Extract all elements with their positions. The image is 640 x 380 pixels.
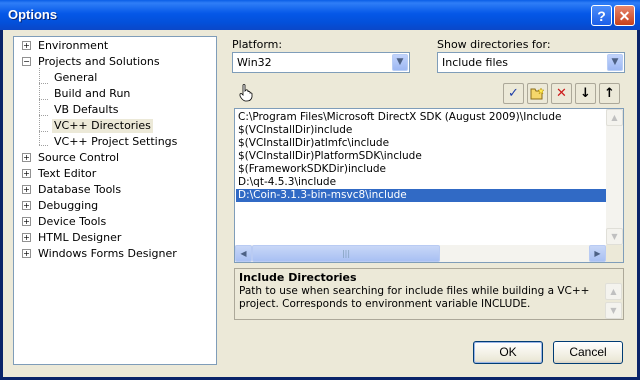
- tree-connector-line: [39, 145, 48, 146]
- directory-row[interactable]: $(FrameworkSDKDir)include: [238, 163, 386, 176]
- collapse-icon[interactable]: −: [22, 57, 31, 66]
- dialog-client-area: + Environment − Projects and Solutions G…: [3, 30, 637, 377]
- platform-dropdown[interactable]: Win32 ▼: [232, 52, 410, 73]
- new-folder-icon: [530, 87, 545, 100]
- directory-row[interactable]: C:\Program Files\Microsoft DirectX SDK (…: [238, 111, 561, 124]
- directory-list[interactable]: C:\Program Files\Microsoft DirectX SDK (…: [234, 108, 624, 263]
- move-down-button[interactable]: ↓: [575, 83, 596, 104]
- cancel-button[interactable]: Cancel: [553, 341, 623, 364]
- show-directories-dropdown[interactable]: Include files ▼: [437, 52, 625, 73]
- tree-item-label: Projects and Solutions: [38, 55, 160, 68]
- expand-icon[interactable]: +: [22, 185, 31, 194]
- tree-item-label: VC++ Directories: [52, 119, 153, 133]
- tree-item-label: Windows Forms Designer: [38, 247, 177, 260]
- expand-icon[interactable]: +: [22, 201, 31, 210]
- scroll-up-icon[interactable]: ▲: [606, 109, 623, 126]
- directory-row[interactable]: $(VCInstallDir)PlatformSDK\include: [238, 150, 422, 163]
- directory-row[interactable]: $(VCInstallDir)atlmfc\include: [238, 137, 389, 150]
- tree-item-label: VB Defaults: [54, 103, 119, 116]
- tree-item-label: Environment: [38, 39, 109, 52]
- tree-item-label: Build and Run: [54, 87, 131, 100]
- scroll-up-icon[interactable]: ▲: [605, 283, 622, 300]
- tree-item-label: Text Editor: [38, 167, 97, 180]
- expand-icon[interactable]: +: [22, 249, 31, 258]
- help-button[interactable]: ?: [591, 5, 612, 26]
- directory-row[interactable]: D:\qt-4.5.3\include: [238, 176, 336, 189]
- new-line-button[interactable]: [527, 83, 548, 104]
- tree-item-label: Device Tools: [38, 215, 107, 228]
- scroll-left-icon[interactable]: ◀: [235, 245, 252, 262]
- tree-item-label: Debugging: [38, 199, 99, 212]
- chevron-down-icon[interactable]: ▼: [392, 54, 408, 71]
- tree-connector-line: [39, 68, 40, 145]
- horizontal-scrollbar[interactable]: ◀ ||| ▶: [235, 245, 606, 262]
- options-tree[interactable]: + Environment − Projects and Solutions G…: [13, 36, 217, 365]
- platform-label: Platform:: [232, 38, 283, 51]
- expand-icon[interactable]: +: [22, 41, 31, 50]
- show-directories-label: Show directories for:: [437, 38, 551, 51]
- chevron-down-icon[interactable]: ▼: [607, 54, 623, 71]
- delete-line-button[interactable]: ✕: [551, 83, 572, 104]
- ok-button[interactable]: OK: [473, 341, 543, 364]
- tree-item-label: HTML Designer: [38, 231, 122, 244]
- tree-item-label: Source Control: [38, 151, 120, 164]
- directory-row[interactable]: D:\Coin-3.1.3-bin-msvc8\include: [236, 189, 606, 202]
- scroll-corner: [606, 245, 623, 262]
- expand-icon[interactable]: +: [22, 233, 31, 242]
- description-panel: Include Directories Path to use when sea…: [234, 268, 624, 320]
- show-directories-value: Include files: [442, 56, 509, 69]
- tree-connector-line: [39, 99, 48, 100]
- arrow-down-icon: ↓: [580, 86, 591, 101]
- directory-row[interactable]: $(VCInstallDir)include: [238, 124, 352, 137]
- tree-item-label: VC++ Project Settings: [54, 135, 178, 148]
- description-scrollbar[interactable]: ▲ ▼: [605, 283, 622, 319]
- check-icon: ✓: [508, 86, 519, 101]
- apply-check-button[interactable]: ✓: [503, 83, 524, 104]
- close-button[interactable]: ✕: [614, 5, 635, 26]
- tree-connector-line: [39, 115, 48, 116]
- tree-item-label: General: [54, 71, 98, 84]
- scroll-down-icon[interactable]: ▼: [605, 302, 622, 319]
- move-up-button[interactable]: ↑: [599, 83, 620, 104]
- delete-icon: ✕: [556, 86, 567, 101]
- tree-item-label: Database Tools: [38, 183, 122, 196]
- title-bar[interactable]: Options ? ✕: [0, 0, 640, 30]
- vertical-scrollbar[interactable]: ▲ ▼: [606, 109, 623, 245]
- arrow-up-icon: ↑: [604, 86, 615, 101]
- window-title: Options: [8, 7, 58, 22]
- expand-icon[interactable]: +: [22, 169, 31, 178]
- scroll-right-icon[interactable]: ▶: [589, 245, 606, 262]
- scroll-down-icon[interactable]: ▼: [606, 228, 623, 245]
- description-title: Include Directories: [239, 271, 357, 284]
- options-dialog: Options ? ✕ + Environment − Projects and…: [0, 0, 640, 380]
- expand-icon[interactable]: +: [22, 217, 31, 226]
- description-text: Path to use when searching for include f…: [239, 285, 590, 310]
- tree-connector-line: [39, 131, 48, 132]
- hand-cursor-icon: [239, 84, 253, 102]
- expand-icon[interactable]: +: [22, 153, 31, 162]
- scroll-thumb[interactable]: |||: [252, 245, 440, 262]
- platform-value: Win32: [237, 56, 272, 69]
- tree-connector-line: [39, 83, 48, 84]
